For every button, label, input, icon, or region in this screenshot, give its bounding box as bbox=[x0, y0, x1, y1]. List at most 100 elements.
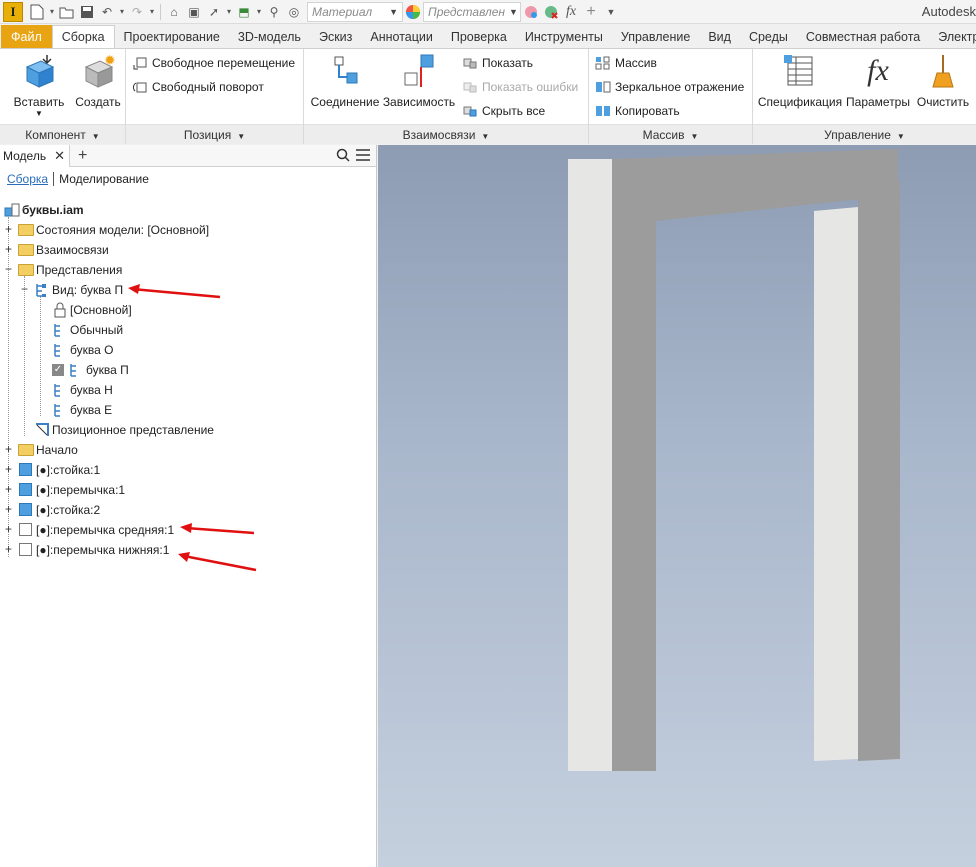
tree-relationships[interactable]: + Взаимосвязи bbox=[4, 240, 109, 260]
modeling-mode-link[interactable]: Моделирование bbox=[59, 172, 149, 186]
component-group-title[interactable]: Компонент ▼ bbox=[0, 124, 125, 144]
insert-icon bbox=[21, 53, 57, 89]
tree-root[interactable]: буквы.iam bbox=[4, 200, 84, 220]
tree-component-bottom-bridge[interactable]: + [●]:перемычка нижняя:1 bbox=[4, 540, 169, 560]
purge-button[interactable]: Очистить bbox=[913, 53, 973, 109]
clear-appearance-icon[interactable] bbox=[541, 2, 561, 22]
expand-plus-icon[interactable]: + bbox=[4, 223, 13, 235]
free-rotate-icon bbox=[132, 79, 148, 95]
tree-component-middle-bridge[interactable]: + [●]:перемычка средняя:1 bbox=[4, 520, 174, 540]
relationships-group-title[interactable]: Взаимосвязи ▼ bbox=[304, 124, 588, 144]
tree-view-item-o[interactable]: буква О bbox=[52, 340, 113, 360]
redo-icon[interactable]: ↷ bbox=[127, 2, 147, 22]
expand-plus-icon[interactable]: + bbox=[4, 543, 13, 555]
expand-plus-icon[interactable]: + bbox=[4, 523, 13, 535]
graphics-viewport[interactable] bbox=[378, 145, 976, 867]
chevron-down-icon[interactable]: ▾ bbox=[117, 2, 127, 22]
tree-component-post-2[interactable]: + [●]:стойка:2 bbox=[4, 500, 100, 520]
material-sphere-icon[interactable]: ◎ bbox=[284, 2, 304, 22]
open-folder-icon[interactable] bbox=[57, 2, 77, 22]
add-tab-plus-icon[interactable]: + bbox=[78, 147, 87, 165]
tab-manage[interactable]: Управление bbox=[612, 25, 700, 48]
chevron-down-icon: ▼ bbox=[896, 132, 905, 141]
inventor-app-icon[interactable]: I bbox=[3, 1, 23, 22]
adjust-appearance-icon[interactable] bbox=[521, 2, 541, 22]
select-icon[interactable]: ➚ bbox=[204, 2, 224, 22]
tab-assemble[interactable]: Сборка bbox=[51, 25, 115, 48]
expand-plus-icon[interactable]: + bbox=[4, 483, 13, 495]
tree-model-states[interactable]: + Состояния модели: [Основной] bbox=[4, 220, 209, 240]
new-file-icon[interactable] bbox=[27, 2, 47, 22]
collapse-minus-icon[interactable]: − bbox=[20, 283, 29, 295]
tab-model[interactable]: Модель ✕ bbox=[0, 144, 70, 167]
tree-view-item-default[interactable]: Обычный bbox=[52, 320, 123, 340]
tab-annotate[interactable]: Аннотации bbox=[361, 25, 441, 48]
tab-electromechanical[interactable]: Электром bbox=[929, 25, 976, 48]
fx-icon[interactable]: fx bbox=[561, 2, 581, 22]
pattern-group-title[interactable]: Массив ▼ bbox=[589, 124, 752, 144]
tab-3d-model[interactable]: 3D-модель bbox=[229, 25, 310, 48]
chevron-down-icon[interactable]: ▾ bbox=[224, 2, 234, 22]
tab-tools[interactable]: Инструменты bbox=[516, 25, 612, 48]
free-rotate-button[interactable]: Свободный поворот bbox=[132, 77, 264, 97]
fx-parameters-icon: fx bbox=[867, 54, 889, 87]
create-button[interactable]: ✹ Создать bbox=[72, 52, 124, 109]
hide-all-button[interactable]: Скрыть все bbox=[462, 101, 545, 121]
expand-plus-icon[interactable]: + bbox=[4, 463, 13, 475]
close-icon[interactable]: ✕ bbox=[54, 148, 65, 164]
insert-button[interactable]: Вставить ▼ bbox=[10, 53, 68, 118]
tree-view-item-master[interactable]: [Основной] bbox=[52, 300, 132, 320]
show-button[interactable]: Показать bbox=[462, 53, 533, 73]
measure-icon[interactable]: ⚲ bbox=[264, 2, 284, 22]
undo-icon[interactable]: ↶ bbox=[97, 2, 117, 22]
tree-component-bridge-1[interactable]: + [●]:перемычка:1 bbox=[4, 480, 125, 500]
chevron-down-icon[interactable]: ▾ bbox=[47, 2, 57, 22]
home-icon[interactable]: ⌂ bbox=[164, 2, 184, 22]
manage-group-title[interactable]: Управление ▼ bbox=[753, 124, 976, 144]
pattern-button[interactable]: Массив bbox=[595, 53, 657, 73]
copy-button[interactable]: Копировать bbox=[595, 101, 680, 121]
bom-button[interactable]: Спецификация bbox=[757, 53, 843, 109]
tab-view[interactable]: Вид bbox=[699, 25, 740, 48]
tree-component-post-1[interactable]: + [●]:стойка:1 bbox=[4, 460, 100, 480]
expand-plus-icon[interactable]: + bbox=[4, 243, 13, 255]
tab-design[interactable]: Проектирование bbox=[115, 25, 229, 48]
free-move-button[interactable]: Свободное перемещение bbox=[132, 53, 295, 73]
update-icon[interactable]: ⬒ bbox=[234, 2, 254, 22]
tab-collaborate[interactable]: Совместная работа bbox=[797, 25, 929, 48]
windows-icon[interactable]: ▣ bbox=[184, 2, 204, 22]
mirror-button[interactable]: Зеркальное отражение bbox=[595, 77, 744, 97]
parameters-button[interactable]: fx Параметры bbox=[845, 53, 911, 109]
appearance-combo[interactable]: Представлен ▼ bbox=[423, 1, 521, 22]
collapse-minus-icon[interactable]: − bbox=[4, 263, 13, 275]
assembly-mode-link[interactable]: Сборка bbox=[7, 172, 48, 186]
position-group-title[interactable]: Позиция ▼ bbox=[126, 124, 303, 144]
constrain-button[interactable]: Зависимость bbox=[382, 53, 456, 109]
tree-positional-rep[interactable]: Позиционное представление bbox=[34, 420, 214, 440]
material-combo[interactable]: Материал ▼ bbox=[307, 1, 403, 22]
tab-sketch[interactable]: Эскиз bbox=[310, 25, 361, 48]
tab-file[interactable]: Файл bbox=[1, 25, 52, 48]
tree-origin[interactable]: + Начало bbox=[4, 440, 78, 460]
tree-view-item-n[interactable]: буква Н bbox=[52, 380, 113, 400]
tree-view-rep[interactable]: − Вид: буква П bbox=[20, 280, 123, 300]
plus-icon[interactable]: + bbox=[581, 2, 601, 22]
chevron-down-icon[interactable]: ▾ bbox=[147, 2, 157, 22]
customize-chevron-icon[interactable]: ▼ bbox=[601, 2, 621, 22]
tab-inspect[interactable]: Проверка bbox=[442, 25, 516, 48]
save-icon[interactable] bbox=[77, 2, 97, 22]
tree-representations[interactable]: − Представления bbox=[4, 260, 122, 280]
chevron-down-icon[interactable]: ▾ bbox=[254, 2, 264, 22]
letter-p-model[interactable] bbox=[378, 145, 976, 867]
svg-text:✹: ✹ bbox=[104, 53, 116, 68]
show-errors-button[interactable]: Показать ошибки bbox=[462, 77, 578, 97]
hamburger-menu-icon[interactable] bbox=[356, 149, 370, 164]
tree-view-item-p[interactable]: ✓ буква П bbox=[52, 360, 129, 380]
tab-environments[interactable]: Среды bbox=[740, 25, 797, 48]
search-icon[interactable] bbox=[336, 148, 350, 165]
joint-button[interactable]: Соединение bbox=[308, 53, 382, 109]
expand-plus-icon[interactable]: + bbox=[4, 503, 13, 515]
tree-view-item-e[interactable]: буква Е bbox=[52, 400, 112, 420]
appearance-icon[interactable] bbox=[403, 2, 423, 22]
expand-plus-icon[interactable]: + bbox=[4, 443, 13, 455]
